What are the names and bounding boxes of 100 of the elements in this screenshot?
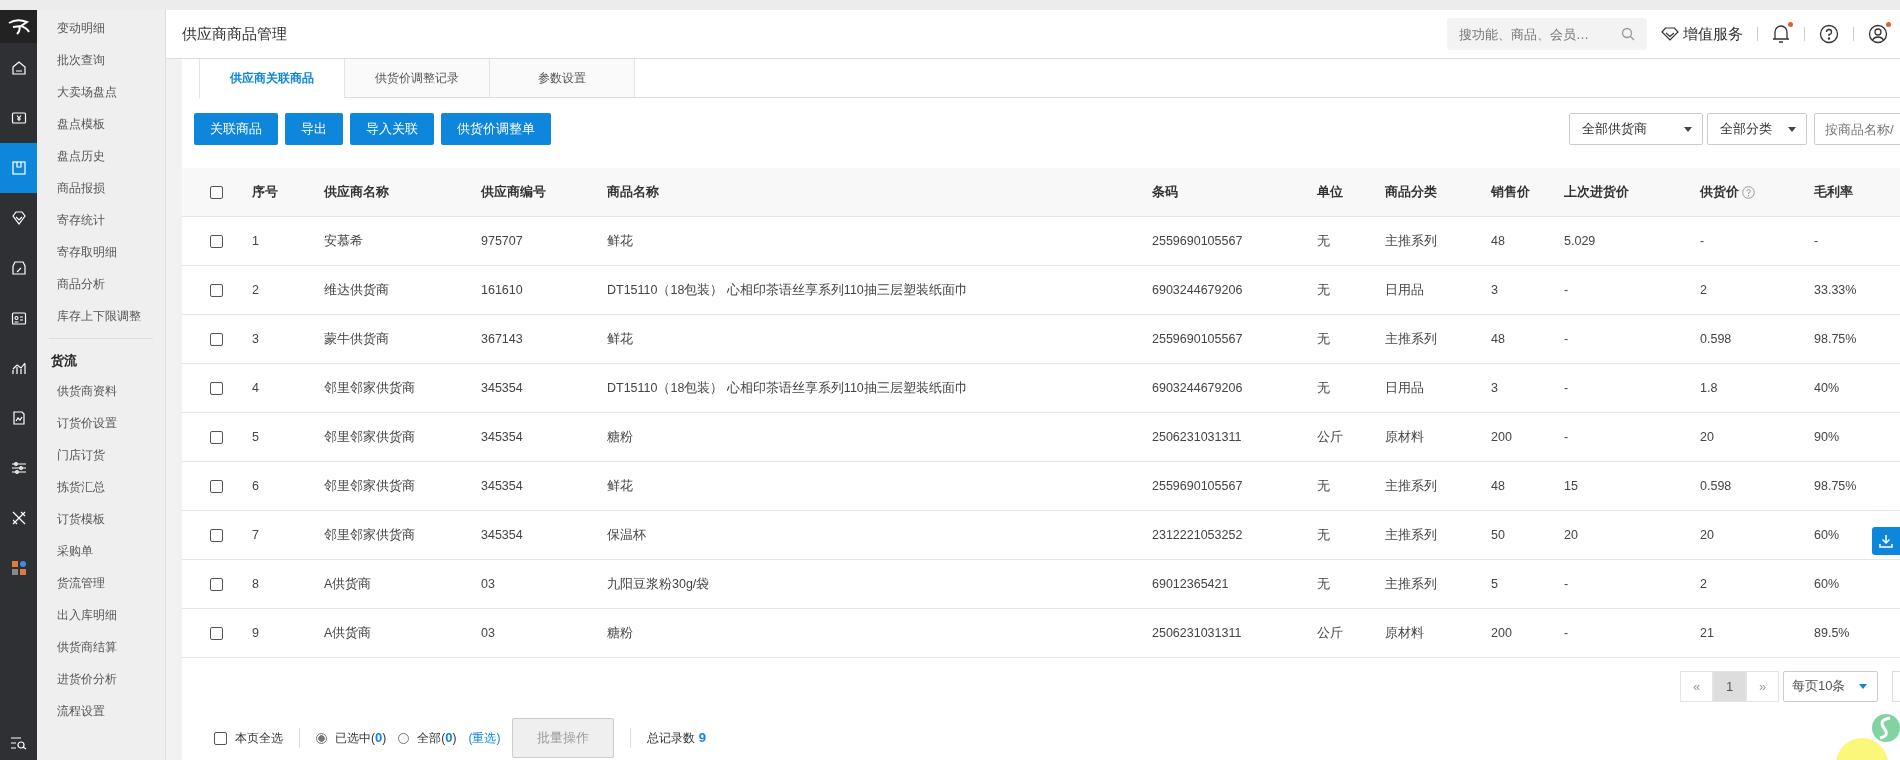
checkbox-label: 本页全选 [235, 729, 283, 747]
tab[interactable]: 供应商关联商品 [199, 59, 345, 98]
money-icon [10, 110, 27, 126]
row-checkbox[interactable] [210, 332, 223, 346]
page-title: 供应商商品管理 [182, 24, 287, 44]
submenu-item[interactable]: 拣货汇总 [37, 471, 165, 503]
table-cell: 8 [252, 577, 259, 591]
row-checkbox[interactable] [210, 283, 223, 297]
help-icon[interactable] [1819, 24, 1839, 44]
ticket-icon [10, 260, 27, 276]
submenu-item[interactable]: 供货商资料 [37, 375, 165, 407]
notification-button[interactable] [1772, 24, 1790, 44]
submenu-item[interactable]: 批次查询 [37, 44, 165, 76]
submenu-item[interactable]: 商品分析 [37, 268, 165, 300]
select-all-checkbox[interactable] [210, 185, 223, 199]
table-cell: 6903244679206 [1152, 381, 1243, 395]
table-cell: 4 [252, 381, 259, 395]
table-cell: 无 [1317, 575, 1330, 593]
submenu-item[interactable]: 寄存取明细 [37, 236, 165, 268]
radio-label: 全部(0) [417, 729, 457, 747]
card-icon [10, 310, 27, 326]
column-header: 毛利率 [1814, 183, 1853, 201]
tab[interactable]: 供货价调整记录 [345, 59, 490, 97]
table-cell: 保温杯 [607, 526, 646, 544]
home-icon [10, 60, 27, 76]
row-checkbox[interactable] [210, 626, 223, 640]
search-field[interactable]: 搜功能、商品、会员… [1447, 18, 1647, 50]
submenu-item[interactable]: 订货价设置 [37, 407, 165, 439]
submenu-item[interactable]: 商品报损 [37, 172, 165, 204]
table-cell: 60% [1814, 528, 1840, 542]
radio-button[interactable] [316, 732, 327, 744]
table-cell: 无 [1317, 526, 1330, 544]
submenu-item[interactable]: 流程设置 [37, 695, 165, 727]
table-cell: 0.598 [1700, 332, 1732, 346]
table-cell: 原材料 [1385, 428, 1424, 446]
table-cell: 主推系列 [1385, 232, 1437, 250]
submenu-item[interactable]: 盘点模板 [37, 108, 165, 140]
user-button[interactable] [1868, 24, 1888, 44]
supplier-select[interactable]: 全部供货商 [1569, 113, 1703, 145]
submenu-item[interactable]: 供货商结算 [37, 631, 165, 663]
table-cell: 日用品 [1385, 281, 1424, 299]
page-button[interactable]: 1 [1713, 670, 1746, 702]
table-cell: 邻里邻家供货商 [324, 428, 415, 446]
table-cell: 维达供货商 [324, 281, 389, 299]
caret-icon [1684, 126, 1692, 132]
submenu-item[interactable]: 进货价分析 [37, 663, 165, 695]
action-button[interactable]: 导出 [285, 113, 343, 145]
row-checkbox[interactable] [210, 234, 223, 248]
submenu-item[interactable]: 订货模板 [37, 503, 165, 535]
select-page-checkbox[interactable] [214, 731, 227, 745]
table-cell: 主推系列 [1385, 575, 1437, 593]
table-cell: 无 [1317, 281, 1330, 299]
table-cell: 345354 [481, 430, 523, 444]
submenu-item[interactable]: 变动明细 [37, 12, 165, 44]
table-cell: 20 [1564, 528, 1578, 542]
service-button[interactable]: 增值服务 [1661, 24, 1743, 44]
page-size-select[interactable]: 每页10条 [1783, 670, 1878, 702]
row-checkbox[interactable] [210, 430, 223, 444]
action-button[interactable]: 关联商品 [194, 113, 278, 145]
submenu-item[interactable]: 盘点历史 [37, 140, 165, 172]
submenu-item[interactable]: 大卖场盘点 [37, 76, 165, 108]
total-records: 总记录数 9 [647, 729, 707, 747]
table-cell: - [1564, 577, 1569, 591]
column-header: 销售价 [1491, 183, 1530, 201]
menu-search-icon[interactable] [9, 736, 28, 750]
column-header: 条码 [1152, 183, 1178, 201]
table-cell: 40% [1814, 381, 1840, 395]
reset-link[interactable]: (重选) [468, 729, 501, 747]
caret-icon [1788, 126, 1796, 132]
table-cell: 鲜花 [607, 330, 633, 348]
row-checkbox[interactable] [210, 479, 223, 493]
column-header: 供货价 [1700, 183, 1755, 201]
submenu-item[interactable]: 库存上下限调整 [37, 300, 165, 332]
submenu-item[interactable]: 采购单 [37, 535, 165, 567]
column-header: 上次进货价 [1564, 183, 1629, 201]
tab[interactable]: 参数设置 [490, 59, 635, 97]
submenu-item[interactable]: 货流管理 [37, 567, 165, 599]
table-cell: 98.75% [1814, 479, 1857, 493]
row-checkbox[interactable] [210, 577, 223, 591]
submenu-item[interactable]: 寄存统计 [37, 204, 165, 236]
table-cell: 糖粉 [607, 428, 633, 446]
submenu-item[interactable]: 出入库明细 [37, 599, 165, 631]
table-cell: 200 [1491, 430, 1512, 444]
submenu-item[interactable]: 门店订货 [37, 439, 165, 471]
download-button[interactable] [1872, 527, 1900, 555]
action-button[interactable]: 导入关联 [350, 113, 434, 145]
row-checkbox[interactable] [210, 528, 223, 542]
submenu-group-heading: 货流 [50, 352, 78, 370]
table-cell: 无 [1317, 379, 1330, 397]
table-cell: 公斤 [1317, 428, 1343, 446]
table-cell: 7 [252, 528, 259, 542]
apps-icon [10, 560, 27, 576]
table-cell: - [1564, 626, 1569, 640]
table-cell: 20 [1700, 430, 1714, 444]
row-checkbox[interactable] [210, 381, 223, 395]
table-cell: 邻里邻家供货商 [324, 477, 415, 495]
diamond-icon [1661, 27, 1679, 41]
category-select[interactable]: 全部分类 [1707, 113, 1807, 145]
product-search-field[interactable]: 按商品名称/ [1814, 113, 1900, 145]
action-button[interactable]: 供货价调整单 [441, 113, 551, 145]
